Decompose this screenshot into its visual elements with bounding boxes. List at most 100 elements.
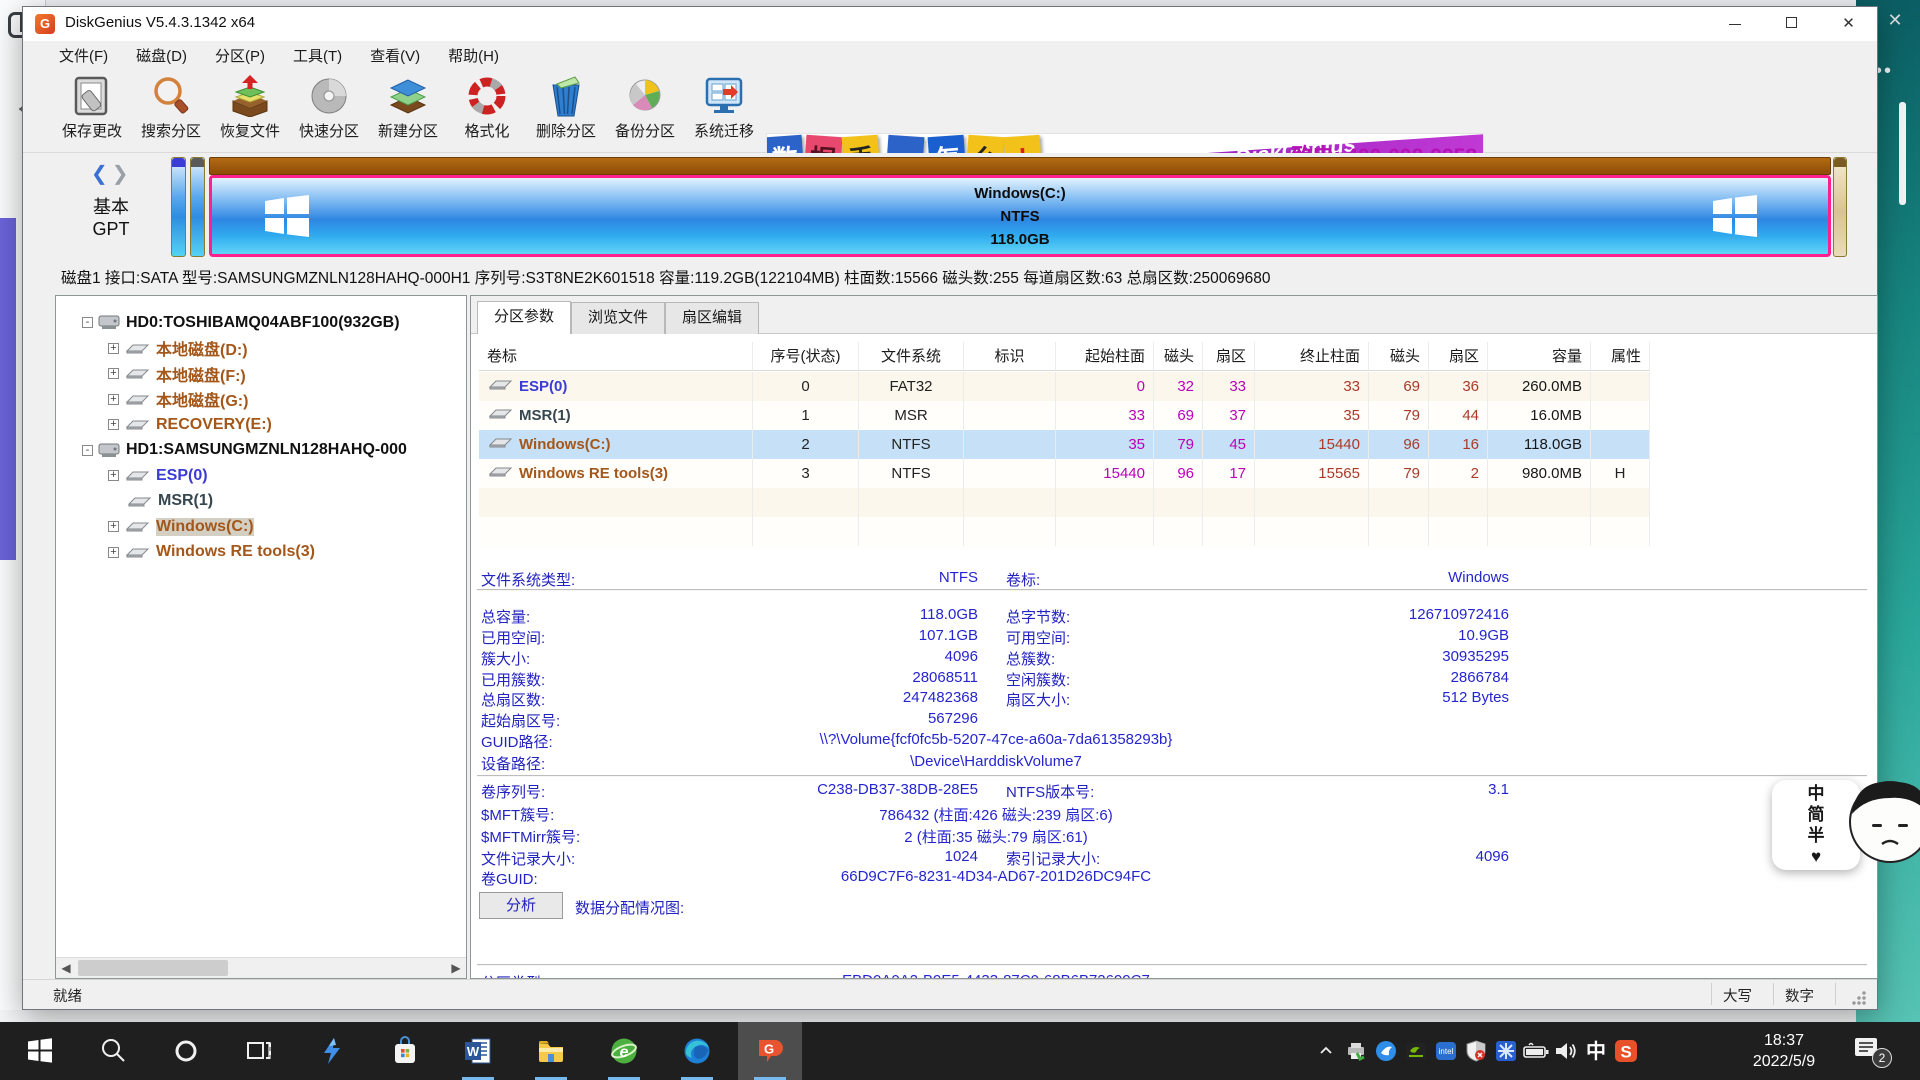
toolbar-button-1[interactable]: 搜索分区 <box>132 73 210 149</box>
tray-defender-icon[interactable] <box>1462 1022 1490 1080</box>
partition-row-2[interactable]: Windows(C:)2NTFS357945154409616118.0GB <box>479 430 1650 459</box>
toolbar-button-5[interactable]: 格式化 <box>448 73 526 149</box>
tree-item-windows-c-[interactable]: +Windows(C:) <box>56 514 466 539</box>
tree-item--f-[interactable]: +本地磁盘(F:) <box>56 361 466 386</box>
expand-icon[interactable]: + <box>108 547 119 558</box>
collapse-icon[interactable]: - <box>82 317 93 328</box>
taskbar-diskgenius-icon[interactable]: G <box>738 1022 802 1080</box>
resize-grip[interactable] <box>1851 990 1867 1006</box>
ime-toggle[interactable]: 简 <box>1808 805 1825 824</box>
taskbar-ie-green-icon[interactable]: e <box>592 1022 656 1080</box>
toolbar-button-3[interactable]: 快速分区 <box>290 73 368 149</box>
tree-item-recovery-e-[interactable]: +RECOVERY(E:) <box>56 412 466 437</box>
taskbar-flash-icon[interactable] <box>300 1022 364 1080</box>
taskbar-clock[interactable]: 18:37 2022/5/9 <box>1732 1030 1836 1072</box>
close-button[interactable]: ✕ <box>1820 7 1877 41</box>
background-window-close-icon[interactable]: ✕ <box>1880 8 1910 32</box>
taskbar-search-icon[interactable] <box>81 1022 145 1080</box>
toolbar-button-0[interactable]: 保存更改 <box>53 73 131 149</box>
divider <box>477 964 1867 966</box>
scroll-left-icon[interactable]: ◀ <box>56 958 76 978</box>
tree-item--g-[interactable]: +本地磁盘(G:) <box>56 387 466 412</box>
partition-bar: Windows(C:) NTFS 118.0GB <box>171 157 1847 257</box>
menu-item-1[interactable]: 磁盘(D) <box>122 42 201 69</box>
taskbar-edge-icon[interactable] <box>665 1022 729 1080</box>
taskbar-start-icon[interactable] <box>8 1022 72 1080</box>
title-bar[interactable]: G DiskGenius V5.4.3.1342 x64 ✕ <box>23 7 1877 41</box>
windows-partition-selected[interactable]: Windows(C:) NTFS 118.0GB <box>209 175 1831 257</box>
tray-chevron-up-icon[interactable] <box>1312 1022 1340 1080</box>
tree-item--d-[interactable]: +本地磁盘(D:) <box>56 336 466 361</box>
tree-item-esp-0-[interactable]: +ESP(0) <box>56 463 466 488</box>
tray-nvidia-icon[interactable] <box>1402 1022 1430 1080</box>
tab-1[interactable]: 浏览文件 <box>571 302 665 334</box>
menu-item-4[interactable]: 查看(V) <box>356 42 434 69</box>
tray-sogou-icon[interactable]: S <box>1612 1022 1640 1080</box>
taskbar-cortana-icon[interactable] <box>154 1022 218 1080</box>
scrollbar-thumb[interactable] <box>78 960 228 976</box>
prev-disk-icon[interactable]: ❮ <box>91 163 112 185</box>
toolbar-button-7[interactable]: 备份分区 <box>606 73 684 149</box>
empty-row <box>479 488 1650 517</box>
tray-ime-zh-icon[interactable]: 中 <box>1582 1022 1610 1080</box>
toolbar-button-4[interactable]: 新建分区 <box>369 73 447 149</box>
menu-item-0[interactable]: 文件(F) <box>45 42 122 69</box>
partition-row-0[interactable]: ESP(0)0FAT3203233336936260.0MB <box>479 372 1650 401</box>
taskbar-store-icon[interactable] <box>373 1022 437 1080</box>
expand-icon[interactable]: + <box>108 368 119 379</box>
tray-bird-icon[interactable] <box>1372 1022 1400 1080</box>
menu-item-5[interactable]: 帮助(H) <box>434 42 513 69</box>
maximize-button[interactable] <box>1763 7 1820 41</box>
toolbar-button-2[interactable]: 恢复文件 <box>211 73 289 149</box>
windows-partition-block[interactable]: Windows(C:) NTFS 118.0GB <box>209 157 1831 257</box>
tab-0[interactable]: 分区参数 <box>477 301 571 334</box>
partition-row-3[interactable]: Windows RE tools(3)3NTFS1544096171556579… <box>479 459 1650 488</box>
heart-icon[interactable]: ♥ <box>1811 847 1821 866</box>
taskbar-task-view-icon[interactable] <box>227 1022 291 1080</box>
taskbar: We G intel 中S 18:37 2022/5/9 2 <box>0 1022 1920 1080</box>
partition-caption: Windows(C:) NTFS 118.0GB <box>212 182 1828 251</box>
disk-type-label: 基本 <box>71 193 151 219</box>
tray-intel-icon[interactable]: intel <box>1432 1022 1460 1080</box>
expand-icon[interactable]: + <box>108 419 119 430</box>
re-tools-partition-sliver[interactable] <box>1833 157 1847 257</box>
tree-item-hd1-samsungmznln128hahq-000[interactable]: -HD1:SAMSUNGMZNLN128HAHQ-000 <box>56 438 466 463</box>
expand-icon[interactable]: + <box>108 394 119 405</box>
collapse-icon[interactable]: - <box>82 445 93 456</box>
screen: ✕ ••• ▼ ← G DiskGenius V5.4.3.1342 x64 ✕… <box>0 0 1920 1080</box>
next-disk-icon[interactable]: ❯ <box>112 163 133 185</box>
taskbar-explorer-icon[interactable] <box>519 1022 583 1080</box>
detail-value: 512 Bytes <box>1006 689 1509 706</box>
partition-icon <box>124 418 150 431</box>
tray-volume-icon[interactable] <box>1552 1022 1580 1080</box>
ime-toggle[interactable]: 中 <box>1808 784 1825 803</box>
disk-nav[interactable]: ❮❯ <box>91 161 133 186</box>
partition-icon <box>487 459 513 488</box>
taskbar-word-icon[interactable]: W <box>446 1022 510 1080</box>
tab-2[interactable]: 扇区编辑 <box>665 302 759 334</box>
analyze-button[interactable]: 分析 <box>479 892 563 919</box>
menu-item-3[interactable]: 工具(T) <box>279 42 356 69</box>
background-scrollbar[interactable] <box>1899 102 1906 205</box>
minimize-button[interactable] <box>1706 7 1763 41</box>
tree-item-msr-1-[interactable]: MSR(1) <box>56 489 466 514</box>
tray-snowflake-icon[interactable] <box>1492 1022 1520 1080</box>
action-center-icon[interactable]: 2 <box>1852 1034 1892 1068</box>
expand-icon[interactable]: + <box>108 470 119 481</box>
msr-partition-sliver[interactable] <box>190 157 205 257</box>
ime-toggle[interactable]: 半 <box>1808 826 1825 845</box>
scroll-right-icon[interactable]: ▶ <box>446 958 466 978</box>
partition-row-1[interactable]: MSR(1)1MSR33693735794416.0MB <box>479 401 1650 430</box>
esp-partition-sliver[interactable] <box>171 157 186 257</box>
disk-scheme-label: GPT <box>71 219 151 240</box>
tray-printer-icon[interactable] <box>1342 1022 1370 1080</box>
tree-item-windows-re-tools-3-[interactable]: +Windows RE tools(3) <box>56 540 466 565</box>
toolbar-button-8[interactable]: 系统迁移 <box>685 73 763 149</box>
expand-icon[interactable]: + <box>108 343 119 354</box>
tree-item-hd0-toshibamq04abf100-932gb-[interactable]: -HD0:TOSHIBAMQ04ABF100(932GB) <box>56 310 466 335</box>
tree-horizontal-scrollbar[interactable]: ◀ ▶ <box>56 957 466 978</box>
expand-icon[interactable]: + <box>108 521 119 532</box>
menu-item-2[interactable]: 分区(P) <box>201 42 279 69</box>
tray-battery-icon[interactable] <box>1522 1022 1550 1080</box>
toolbar-button-6[interactable]: 删除分区 <box>527 73 605 149</box>
